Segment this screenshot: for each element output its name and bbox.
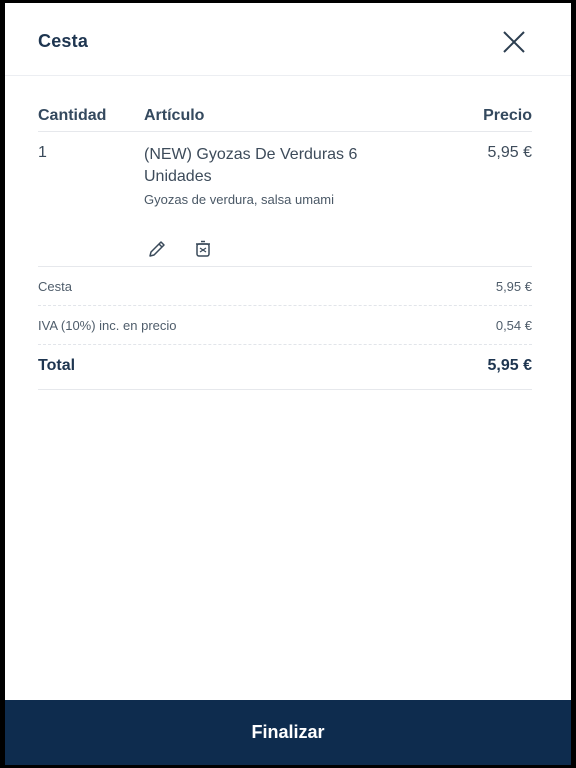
cart-title: Cesta — [38, 31, 89, 51]
checkout-button[interactable]: Finalizar — [5, 700, 571, 765]
cart-table: Cantidad Artículo Precio 1 (NEW) Gyozas … — [38, 101, 532, 390]
tax-label: IVA (10%) inc. en precio — [38, 318, 177, 333]
total-label: Total — [38, 357, 76, 374]
total-row: Total 5,95 € — [38, 345, 532, 390]
pencil-icon[interactable] — [146, 238, 168, 260]
tax-value: 0,54 € — [495, 318, 532, 333]
table-header: Cantidad Artículo Precio — [38, 101, 532, 132]
item-price: 5,95 € — [487, 144, 532, 161]
cart-header: Cesta — [5, 3, 571, 76]
column-header-price: Precio — [483, 107, 532, 124]
cart-panel: Cesta Cantidad Artículo Precio 1 (NEW) G… — [5, 3, 571, 765]
column-header-article: Artículo — [144, 107, 205, 124]
item-description: Gyozas de verdura, salsa umami — [144, 192, 335, 207]
column-header-qty: Cantidad — [38, 107, 107, 124]
subtotal-value: 5,95 € — [495, 279, 532, 294]
subtotal-row: Cesta 5,95 € — [38, 267, 532, 306]
total-value: 5,95 € — [487, 357, 532, 374]
table-row: 1 (NEW) Gyozas De Verduras 6 Unidades Gy… — [38, 132, 532, 267]
subtotal-label: Cesta — [38, 279, 72, 294]
tax-row: IVA (10%) inc. en precio 0,54 € — [38, 306, 532, 345]
close-icon[interactable] — [499, 27, 529, 57]
item-name: (NEW) Gyozas De Verduras 6 Unidades — [144, 146, 358, 185]
trash-icon[interactable] — [192, 238, 214, 260]
item-qty: 1 — [38, 144, 47, 161]
